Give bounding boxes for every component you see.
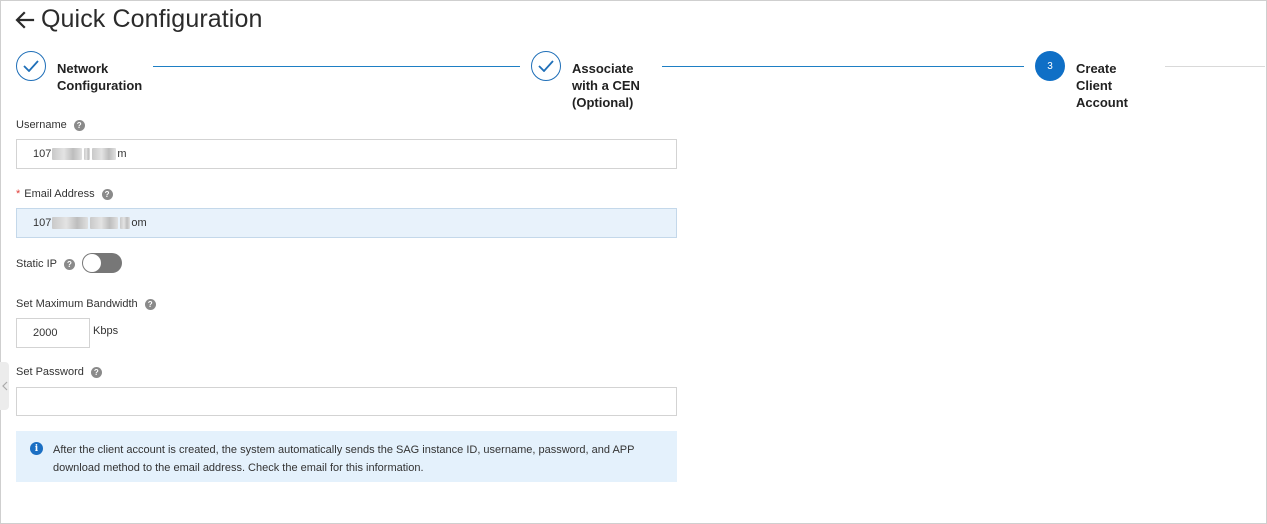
help-icon[interactable]: ? [73, 119, 85, 131]
password-label: Set Password ? [16, 366, 102, 378]
email-label: * Email Address ? [16, 188, 113, 200]
help-icon[interactable]: ? [63, 258, 75, 270]
step-connector-3 [1165, 66, 1265, 67]
username-label: Username ? [16, 119, 85, 131]
bandwidth-unit: Kbps [93, 325, 119, 337]
email-value-start: 107 [33, 217, 52, 229]
help-icon[interactable]: ? [90, 366, 102, 378]
redacted-text [90, 217, 119, 229]
help-icon[interactable]: ? [144, 298, 156, 310]
toggle-knob [83, 254, 101, 272]
password-field[interactable] [16, 387, 677, 416]
help-icon[interactable]: ? [101, 188, 113, 200]
redacted-text [92, 148, 117, 160]
info-notice: i After the client account is created, t… [16, 431, 677, 482]
redacted-text [84, 148, 91, 160]
username-value-end: m [117, 148, 127, 160]
redacted-text [52, 217, 89, 229]
static-ip-toggle[interactable] [82, 253, 122, 273]
page-header: Quick Configuration [14, 5, 262, 34]
step-2-check-icon [531, 51, 561, 81]
username-label-text: Username [16, 119, 67, 131]
notice-text: After the client account is created, the… [53, 444, 635, 474]
step-3-label: Create Client Account [1076, 61, 1128, 110]
bandwidth-input[interactable]: 2000 [16, 318, 90, 348]
step-1-check-icon [16, 51, 46, 81]
bandwidth-label-text: Set Maximum Bandwidth [16, 298, 138, 310]
bandwidth-label: Set Maximum Bandwidth ? [16, 298, 156, 310]
username-field[interactable]: 107 m [16, 139, 677, 169]
page-title: Quick Configuration [41, 5, 263, 33]
redacted-text [120, 217, 131, 229]
required-marker: * [16, 188, 21, 200]
email-value-end: om [131, 217, 147, 229]
step-1-label: Network Configuration [57, 61, 143, 93]
email-field[interactable]: 107 om [16, 208, 677, 238]
step-connector-1 [153, 66, 520, 67]
password-label-text: Set Password [16, 366, 84, 378]
arrow-left-icon[interactable] [14, 9, 36, 31]
email-label-text: Email Address [24, 188, 95, 200]
static-ip-label-text: Static IP [16, 258, 57, 270]
step-2-label: Associate with a CEN (Optional) [572, 61, 640, 110]
collapse-handle[interactable] [0, 362, 9, 410]
static-ip-label: Static IP ? [16, 258, 75, 270]
step-3-number: 3 [1035, 51, 1065, 81]
chevron-left-icon [1, 381, 7, 391]
username-value-start: 107 [33, 148, 52, 160]
step-connector-2 [662, 66, 1024, 67]
info-icon: i [30, 442, 43, 455]
redacted-text [52, 148, 83, 160]
